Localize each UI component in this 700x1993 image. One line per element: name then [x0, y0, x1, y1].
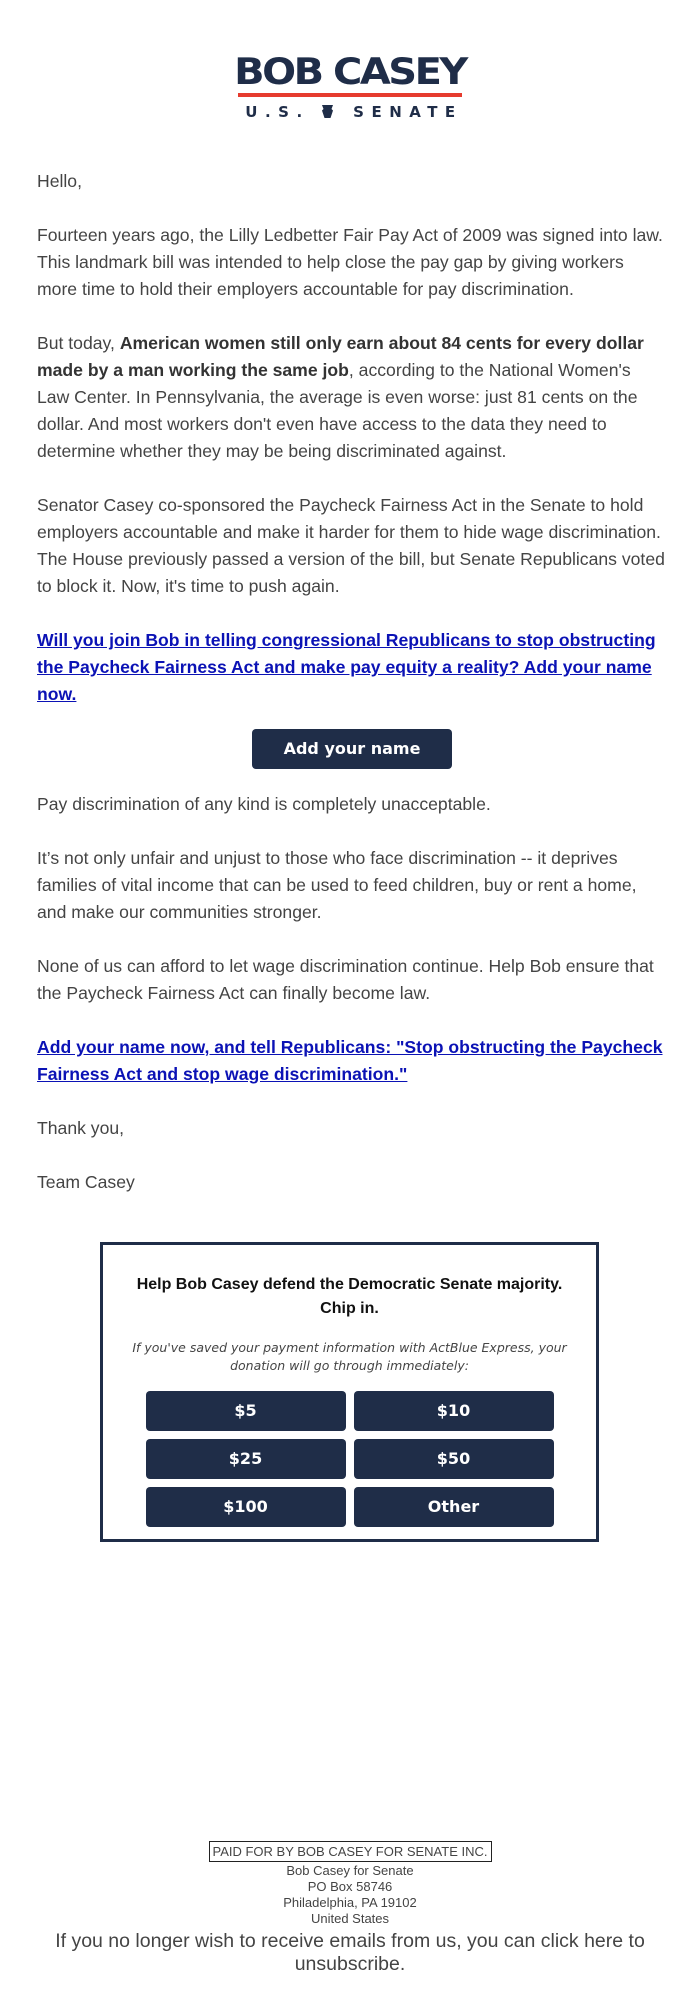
paragraph-5: It’s not only unfair and unjust to those…: [37, 848, 637, 922]
paragraph-3: Senator Casey co-sponsored the Paycheck …: [37, 495, 665, 596]
add-your-name-button[interactable]: Add your name: [252, 729, 452, 769]
address-line: United States: [310, 1911, 390, 1926]
donate-100-button[interactable]: $100: [145, 1487, 346, 1527]
address-line: Philadelphia, PA 19102: [283, 1895, 417, 1910]
logo-underline: [238, 93, 462, 97]
logo: BOB CASEY U.S. SENATE: [0, 52, 700, 120]
donation-amounts: $5 $10 $25 $50 $100 Other: [145, 1391, 554, 1527]
address-line: Bob Casey for Senate: [286, 1863, 414, 1878]
greeting: Hello,: [37, 171, 82, 191]
footer: PAID FOR BY BOB CASEY FOR SENATE INC. Bo…: [0, 1841, 700, 1976]
donate-5-button[interactable]: $5: [145, 1391, 346, 1431]
donate-other-button[interactable]: Other: [353, 1487, 554, 1527]
unsubscribe-link[interactable]: If you no longer wish to receive emails …: [30, 1930, 670, 1976]
paragraph-6: None of us can afford to let wage discri…: [37, 956, 654, 1003]
paragraph-4: Pay discrimination of any kind is comple…: [37, 794, 491, 814]
donation-box: Help Bob Casey defend the Democratic Sen…: [100, 1242, 599, 1542]
petition-link-1[interactable]: Will you join Bob in telling congression…: [37, 630, 656, 704]
donation-note: If you've saved your payment information…: [132, 1340, 567, 1373]
signature: Team Casey: [37, 1172, 135, 1192]
donate-25-button[interactable]: $25: [145, 1439, 346, 1479]
paid-for-disclaimer: PAID FOR BY BOB CASEY FOR SENATE INC.: [208, 1841, 492, 1862]
paragraph-2: But today, American women still only ear…: [37, 330, 667, 465]
logo-sub-left: U.S.: [245, 103, 310, 121]
donation-title: Help Bob Casey defend the Democratic Sen…: [136, 1276, 563, 1317]
keystone-icon: [322, 105, 334, 118]
logo-subtitle: U.S. SENATE: [0, 104, 700, 120]
donate-50-button[interactable]: $50: [353, 1439, 554, 1479]
signoff: Thank you,: [37, 1118, 125, 1138]
email-body: Hello, Fourteen years ago, the Lilly Led…: [37, 168, 667, 1223]
paragraph-2-prefix: But today,: [37, 333, 120, 353]
logo-sub-right: SENATE: [353, 103, 463, 121]
paragraph-1: Fourteen years ago, the Lilly Ledbetter …: [37, 225, 663, 299]
logo-name: BOB CASEY: [234, 50, 468, 94]
address-line: PO Box 58746: [307, 1879, 393, 1894]
petition-link-2[interactable]: Add your name now, and tell Republicans:…: [37, 1037, 663, 1084]
donate-10-button[interactable]: $10: [353, 1391, 554, 1431]
